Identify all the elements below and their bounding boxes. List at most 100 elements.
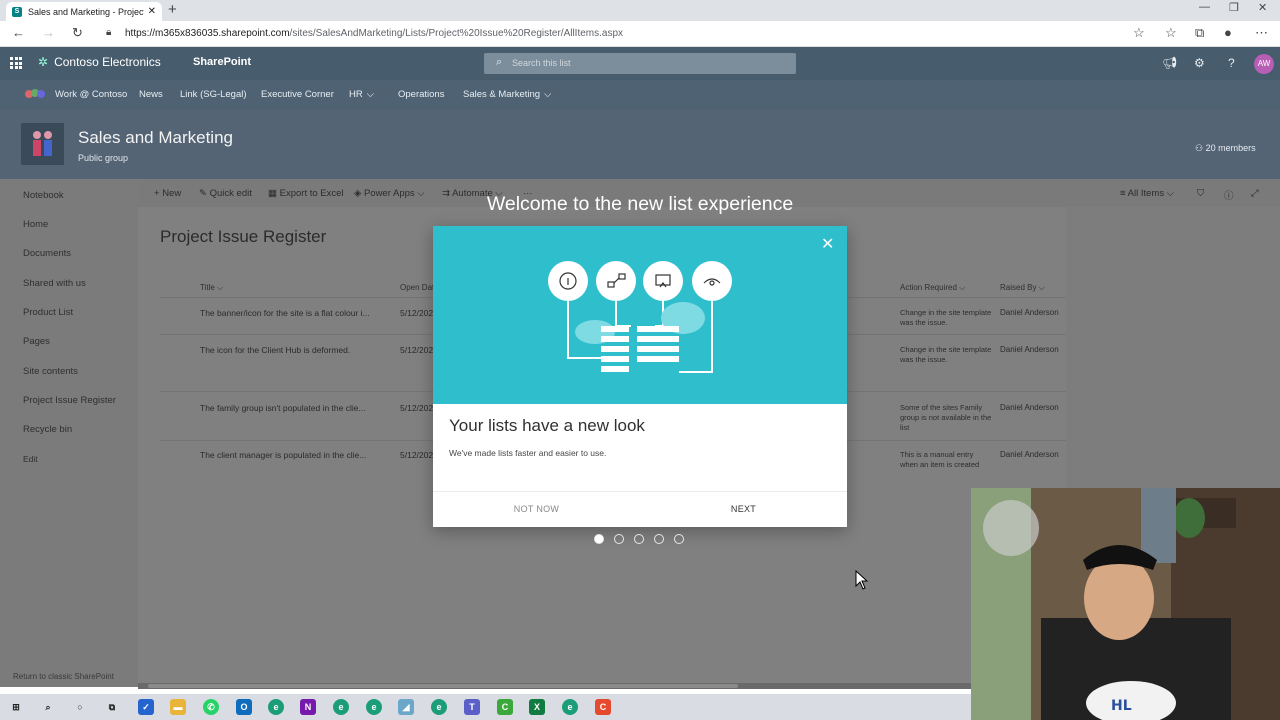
presenter-video-icon: HL <box>971 488 1280 720</box>
brand[interactable]: ✲ Contoso Electronics <box>38 55 161 69</box>
row-action: Change in the site template was the issu… <box>900 308 992 327</box>
megaphone-icon[interactable]: 📢︎ <box>1162 56 1177 70</box>
task-view-icon[interactable]: ⧉ <box>104 699 120 715</box>
help-icon[interactable]: ? <box>1228 56 1235 70</box>
avatar[interactable]: AW <box>1254 54 1274 74</box>
hub-item-news[interactable]: News <box>139 89 163 100</box>
app-launcher-icon[interactable] <box>10 57 22 69</box>
back-icon[interactable]: ← <box>12 25 25 40</box>
row-action: Some of the sites Family group is not av… <box>900 403 992 432</box>
hub-item-operations[interactable]: Operations <box>398 89 444 100</box>
not-now-button[interactable]: NOT NOW <box>433 492 640 527</box>
site-logo-icon <box>33 131 52 156</box>
chevron-down-icon: ⌵ <box>544 89 552 100</box>
hub-item-executive[interactable]: Executive Corner <box>261 89 334 100</box>
members-button[interactable]: ⚇ 20 members <box>1195 143 1256 154</box>
row-title[interactable]: The family group isn't populated in the … <box>200 403 366 413</box>
edge-icon[interactable]: e <box>268 699 284 715</box>
close-tab-icon[interactable]: ✕ <box>148 6 156 17</box>
minimize-icon[interactable]: — <box>1199 1 1210 13</box>
url-host: https://m365x836035.sharepoint.com <box>125 28 290 39</box>
column-header-action[interactable]: Action Required ⌵ <box>900 283 965 293</box>
nav-item-recycle-bin[interactable]: Recycle bin <box>23 424 72 435</box>
gear-icon[interactable]: ⚙ <box>1194 56 1205 70</box>
onenote-icon[interactable]: N <box>300 699 316 715</box>
favorite-star-icon[interactable]: ☆ <box>1133 25 1145 41</box>
profile-icon[interactable]: ● <box>1224 25 1232 40</box>
recorder-icon[interactable]: C <box>595 699 611 715</box>
person-icon: ⚇ <box>1195 143 1206 153</box>
nav-item-product-list[interactable]: Product List <box>23 307 73 318</box>
forward-icon[interactable]: → <box>42 25 55 40</box>
page-dot[interactable] <box>654 534 664 544</box>
return-classic-link[interactable]: Return to classic SharePoint <box>13 672 114 681</box>
new-tab-button[interactable]: + <box>168 1 177 18</box>
camtasia-icon[interactable]: C <box>497 699 513 715</box>
site-logo[interactable] <box>21 123 64 165</box>
lists-illustration-icon <box>548 261 732 373</box>
edge-icon[interactable]: e <box>333 699 349 715</box>
hub-item-label: Operations <box>398 89 445 100</box>
hub-item-hr[interactable]: HR ⌵ <box>349 89 374 100</box>
url-field[interactable]: https://m365x836035.sharepoint.com/sites… <box>125 28 623 39</box>
restore-icon[interactable]: ❐ <box>1229 1 1239 14</box>
nav-item-home[interactable]: Home <box>23 219 48 230</box>
hub-item-legal[interactable]: Link (SG-Legal) <box>180 89 247 100</box>
close-dialog-icon[interactable]: ✕ <box>821 234 834 254</box>
browser-menu-icon[interactable]: ⋯ <box>1255 25 1268 41</box>
page-dot[interactable] <box>614 534 624 544</box>
file-explorer-icon[interactable]: ▬ <box>170 699 186 715</box>
row-title[interactable]: The banner/icon for the site is a flat c… <box>200 308 370 318</box>
edge-icon[interactable]: e <box>431 699 447 715</box>
nav-item-site-contents[interactable]: Site contents <box>23 366 78 377</box>
row-action: Change in the site template was the issu… <box>900 345 992 364</box>
next-button[interactable]: NEXT <box>640 492 847 527</box>
cortana-icon[interactable]: ○ <box>72 699 88 715</box>
windows-taskbar: ⊞ ⌕ ○ ⧉ ✓ ▬ ✆ O e N e e ◢ e T C X e C <box>0 694 971 720</box>
column-header-raised-by[interactable]: Raised By ⌵ <box>1000 283 1045 293</box>
teams-icon[interactable]: T <box>464 699 480 715</box>
hub-item-label: Executive Corner <box>261 89 334 100</box>
edge-icon[interactable]: e <box>366 699 382 715</box>
whatsapp-icon[interactable]: ✆ <box>203 699 219 715</box>
hub-item-work[interactable]: Work @ Contoso <box>55 89 127 100</box>
page-indicator <box>594 534 684 544</box>
collections-icon[interactable]: ⧉ <box>1195 25 1204 41</box>
url-path: /sites/SalesAndMarketing/Lists/Project%2… <box>289 28 624 39</box>
page-dot[interactable] <box>594 534 604 544</box>
search-input[interactable]: ⌕ Search this list <box>484 53 796 74</box>
search-icon[interactable]: ⌕ <box>40 699 56 715</box>
mouse-cursor-icon <box>855 570 869 590</box>
list-title: Project Issue Register <box>160 227 327 246</box>
row-title[interactable]: The client manager is populated in the c… <box>200 450 366 460</box>
outlook-icon[interactable]: O <box>236 699 252 715</box>
site-title[interactable]: Sales and Marketing <box>78 128 233 148</box>
windows-start-icon[interactable]: ⊞ <box>8 699 24 715</box>
column-header-title[interactable]: Title ⌵ <box>200 283 223 293</box>
page-dot[interactable] <box>634 534 644 544</box>
hub-item-label: HR <box>349 89 363 100</box>
column-header-open-date[interactable]: Open Dat <box>400 283 434 292</box>
todo-icon[interactable]: ✓ <box>138 699 154 715</box>
members-count: 20 members <box>1205 143 1256 153</box>
dialog-body: We've made lists faster and easier to us… <box>449 448 607 458</box>
app-name[interactable]: SharePoint <box>193 56 251 68</box>
excel-icon[interactable]: X <box>529 699 545 715</box>
refresh-icon[interactable]: ↻ <box>72 25 83 41</box>
scrollbar-thumb[interactable] <box>148 684 738 688</box>
browser-tab[interactable]: S Sales and Marketing - Project Iss ✕ <box>6 2 162 21</box>
address-bar-row: ← → ↻ 🔒︎ https://m365x836035.sharepoint.… <box>0 21 1280 47</box>
nav-edit-link[interactable]: Edit <box>23 454 38 464</box>
nav-item-pages[interactable]: Pages <box>23 336 50 347</box>
page-dot[interactable] <box>674 534 684 544</box>
hub-item-sales[interactable]: Sales & Marketing ⌵ <box>463 89 551 100</box>
webcam-video: HL <box>971 488 1280 720</box>
nav-item-shared[interactable]: Shared with us <box>23 278 86 289</box>
app-icon[interactable]: ◢ <box>398 699 414 715</box>
edge-icon[interactable]: e <box>562 699 578 715</box>
favorites-icon[interactable]: ☆ <box>1165 25 1177 41</box>
close-window-icon[interactable]: ✕ <box>1258 1 1267 14</box>
nav-item-documents[interactable]: Documents <box>23 248 71 259</box>
nav-item-project-issue-register[interactable]: Project Issue Register <box>23 395 116 406</box>
row-title[interactable]: The icon for the Client Hub is deformed. <box>200 345 350 355</box>
